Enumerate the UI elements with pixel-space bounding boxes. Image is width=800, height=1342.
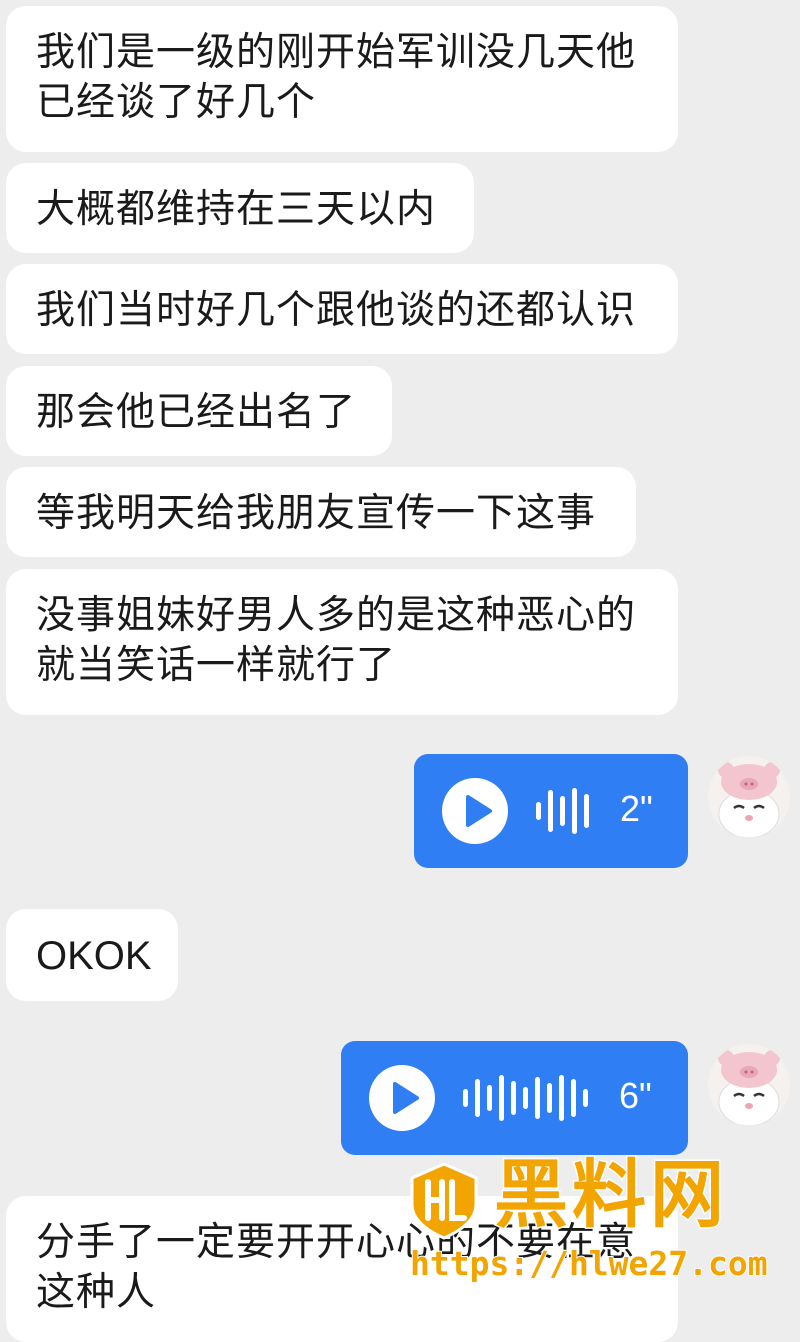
message-bubble-incoming[interactable]: 等我明天给我朋友宣传一下这事	[6, 467, 636, 557]
play-icon	[466, 795, 492, 827]
message-bubble-incoming[interactable]: 那会他已经出名了	[6, 366, 392, 456]
message-bubble-incoming[interactable]: 大概都维持在三天以内	[6, 163, 474, 253]
bunny-pig-hat-avatar-icon	[708, 756, 790, 838]
waveform-icon	[463, 1041, 593, 1155]
voice-duration: 2"	[620, 788, 653, 829]
avatar[interactable]	[708, 756, 790, 838]
voice-message-bubble[interactable]: 2"	[414, 754, 688, 868]
message-bubble-incoming[interactable]: 没事姐妹好男人多的是这种恶心的 就当笑话一样就行了	[6, 569, 678, 715]
watermark-title: 黑料网	[493, 1151, 728, 1240]
play-button[interactable]	[442, 778, 508, 844]
voice-duration: 6"	[619, 1075, 652, 1116]
watermark: 黑料网 https://hlwe27.com	[404, 1150, 794, 1290]
avatar[interactable]	[708, 1044, 790, 1126]
waveform-icon	[536, 754, 596, 868]
message-bubble-incoming[interactable]: 我们是一级的刚开始军训没几天他 已经谈了好几个	[6, 6, 678, 152]
bunny-pig-hat-avatar-icon	[708, 1044, 790, 1126]
voice-message-bubble[interactable]: 6"	[341, 1041, 688, 1155]
message-bubble-incoming[interactable]: OKOK	[6, 909, 178, 1001]
watermark-url: https://hlwe27.com	[409, 1243, 769, 1284]
hl-shield-logo-icon	[410, 1162, 478, 1240]
play-icon	[393, 1082, 419, 1114]
play-button[interactable]	[369, 1065, 435, 1131]
message-bubble-incoming[interactable]: 我们当时好几个跟他谈的还都认识	[6, 264, 678, 354]
